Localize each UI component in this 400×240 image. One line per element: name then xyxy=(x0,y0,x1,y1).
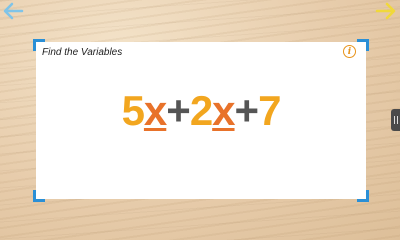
info-icon[interactable]: i xyxy=(343,45,356,58)
card-title: Find the Variables xyxy=(42,47,123,58)
corner-bracket xyxy=(33,190,45,202)
equation: 5x+2x+7 xyxy=(36,87,366,135)
drag-handle-icon xyxy=(393,116,395,124)
operator: + xyxy=(166,87,191,134)
question-card: Find the Variables i 5x+2x+7 xyxy=(33,39,369,202)
variable[interactable]: x xyxy=(212,87,235,134)
back-arrow-icon[interactable] xyxy=(2,0,24,22)
corner-bracket xyxy=(357,39,369,51)
side-drawer-handle[interactable] xyxy=(391,109,400,131)
forward-arrow-icon[interactable] xyxy=(375,0,397,22)
constant: 7 xyxy=(258,87,281,134)
corner-bracket xyxy=(357,190,369,202)
operator: + xyxy=(234,87,260,134)
coefficient: 5 xyxy=(121,87,145,134)
variable[interactable]: x xyxy=(144,87,167,134)
coefficient: 2 xyxy=(189,87,213,134)
